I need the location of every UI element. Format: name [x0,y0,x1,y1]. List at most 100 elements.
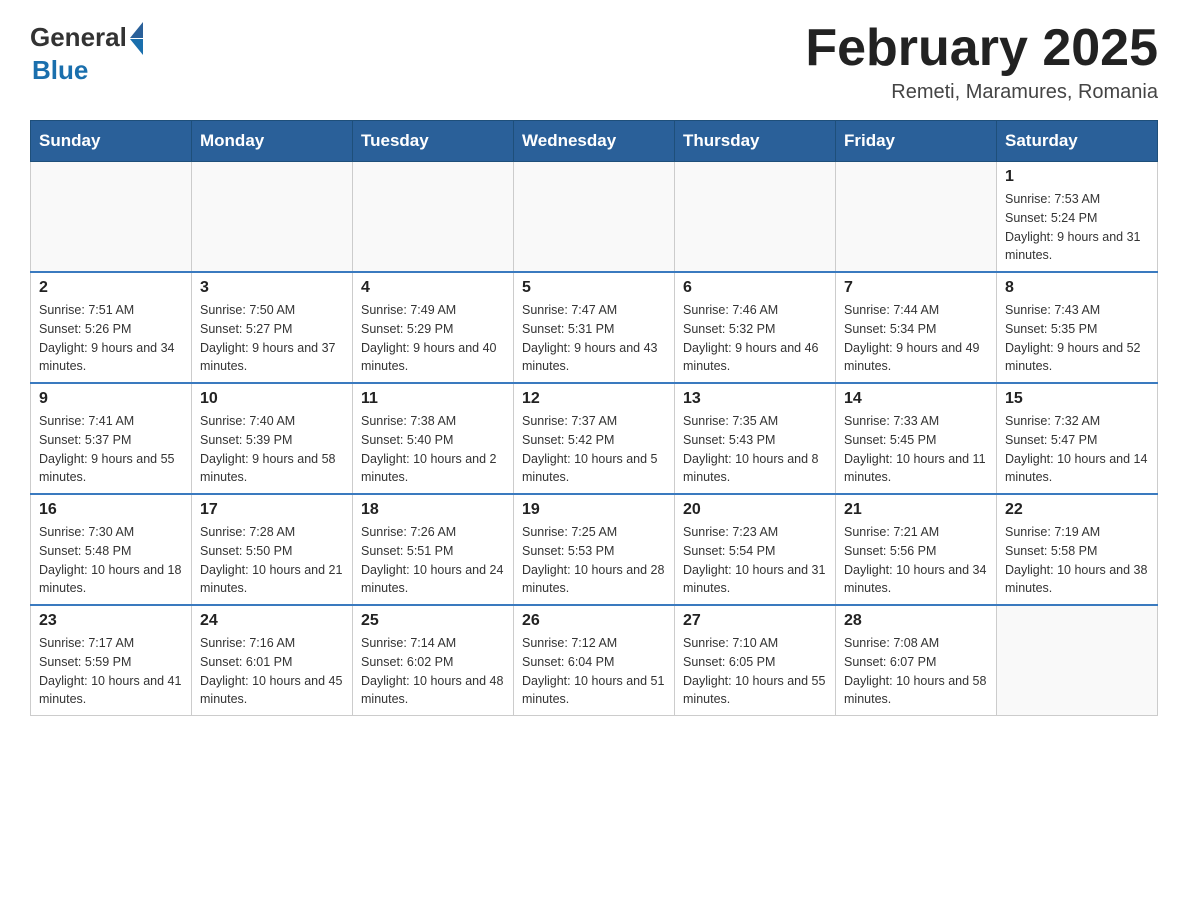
day-of-week-header: Thursday [675,121,836,162]
day-info: Sunrise: 7:43 AM Sunset: 5:35 PM Dayligh… [1005,301,1149,376]
day-info: Sunrise: 7:08 AM Sunset: 6:07 PM Dayligh… [844,634,988,709]
calendar-day-cell: 4 Sunrise: 7:49 AM Sunset: 5:29 PM Daylig… [353,272,514,383]
calendar-week-row: 2 Sunrise: 7:51 AM Sunset: 5:26 PM Daylig… [31,272,1158,383]
day-info: Sunrise: 7:50 AM Sunset: 5:27 PM Dayligh… [200,301,344,376]
calendar-day-cell [997,605,1158,716]
calendar-day-cell: 20 Sunrise: 7:23 AM Sunset: 5:54 PM Dayli… [675,494,836,605]
day-info: Sunrise: 7:21 AM Sunset: 5:56 PM Dayligh… [844,523,988,598]
calendar-table: SundayMondayTuesdayWednesdayThursdayFrid… [30,120,1158,716]
day-number: 24 [200,612,344,630]
day-info: Sunrise: 7:47 AM Sunset: 5:31 PM Dayligh… [522,301,666,376]
day-of-week-header: Friday [836,121,997,162]
day-info: Sunrise: 7:23 AM Sunset: 5:54 PM Dayligh… [683,523,827,598]
day-info: Sunrise: 7:12 AM Sunset: 6:04 PM Dayligh… [522,634,666,709]
calendar-day-cell [675,162,836,273]
calendar-day-cell: 19Sunrise: 7:25 AM Sunset: 5:53 PM Dayli… [514,494,675,605]
calendar-day-cell [514,162,675,273]
calendar-day-cell: 17 Sunrise: 7:28 AM Sunset: 5:50 PM Dayli… [192,494,353,605]
day-info: Sunrise: 7:26 AM Sunset: 5:51 PM Dayligh… [361,523,505,598]
calendar-day-cell: 24 Sunrise: 7:16 AM Sunset: 6:01 PM Dayli… [192,605,353,716]
day-number: 13 [683,390,827,408]
calendar-day-cell: 8 Sunrise: 7:43 AM Sunset: 5:35 PM Daylig… [997,272,1158,383]
calendar-header-row: SundayMondayTuesdayWednesdayThursdayFrid… [31,121,1158,162]
day-info: Sunrise: 7:49 AM Sunset: 5:29 PM Dayligh… [361,301,505,376]
calendar-day-cell: 3 Sunrise: 7:50 AM Sunset: 5:27 PM Daylig… [192,272,353,383]
day-info: Sunrise: 7:32 AM Sunset: 5:47 PM Dayligh… [1005,412,1149,487]
calendar-day-cell: 14 Sunrise: 7:33 AM Sunset: 5:45 PM Dayli… [836,383,997,494]
day-number: 17 [200,501,344,519]
calendar-week-row: 16 Sunrise: 7:30 AM Sunset: 5:48 PM Dayli… [31,494,1158,605]
day-number: 14 [844,390,988,408]
day-info: Sunrise: 7:33 AM Sunset: 5:45 PM Dayligh… [844,412,988,487]
day-number: 4 [361,279,505,297]
day-info: Sunrise: 7:14 AM Sunset: 6:02 PM Dayligh… [361,634,505,709]
day-of-week-header: Wednesday [514,121,675,162]
day-number: 27 [683,612,827,630]
day-number: 3 [200,279,344,297]
day-number: 22 [1005,501,1149,519]
calendar-day-cell: 28 Sunrise: 7:08 AM Sunset: 6:07 PM Dayli… [836,605,997,716]
day-info: Sunrise: 7:25 AM Sunset: 5:53 PM Dayligh… [522,523,666,598]
calendar-day-cell: 23 Sunrise: 7:17 AM Sunset: 5:59 PM Dayli… [31,605,192,716]
calendar-day-cell: 10 Sunrise: 7:40 AM Sunset: 5:39 PM Dayli… [192,383,353,494]
calendar-day-cell: 16 Sunrise: 7:30 AM Sunset: 5:48 PM Dayli… [31,494,192,605]
calendar-week-row: 23 Sunrise: 7:17 AM Sunset: 5:59 PM Dayli… [31,605,1158,716]
location-text: Remeti, Maramures, Romania [805,81,1158,104]
day-info: Sunrise: 7:16 AM Sunset: 6:01 PM Dayligh… [200,634,344,709]
calendar-day-cell [353,162,514,273]
day-number: 18 [361,501,505,519]
day-number: 8 [1005,279,1149,297]
calendar-day-cell: 26 Sunrise: 7:12 AM Sunset: 6:04 PM Dayli… [514,605,675,716]
day-number: 25 [361,612,505,630]
day-number: 16 [39,501,183,519]
day-number: 5 [522,279,666,297]
calendar-day-cell: 27 Sunrise: 7:10 AM Sunset: 6:05 PM Dayli… [675,605,836,716]
calendar-day-cell: 9Sunrise: 7:41 AM Sunset: 5:37 PM Daylig… [31,383,192,494]
logo-general-text: General [30,22,127,53]
day-info: Sunrise: 7:40 AM Sunset: 5:39 PM Dayligh… [200,412,344,487]
calendar-day-cell: 5 Sunrise: 7:47 AM Sunset: 5:31 PM Daylig… [514,272,675,383]
day-number: 10 [200,390,344,408]
calendar-day-cell [836,162,997,273]
day-info: Sunrise: 7:28 AM Sunset: 5:50 PM Dayligh… [200,523,344,598]
day-number: 15 [1005,390,1149,408]
day-number: 20 [683,501,827,519]
calendar-day-cell: 22 Sunrise: 7:19 AM Sunset: 5:58 PM Dayli… [997,494,1158,605]
calendar-day-cell: 2 Sunrise: 7:51 AM Sunset: 5:26 PM Daylig… [31,272,192,383]
day-number: 23 [39,612,183,630]
day-of-week-header: Tuesday [353,121,514,162]
day-number: 2 [39,279,183,297]
month-title: February 2025 [805,20,1158,77]
day-info: Sunrise: 7:10 AM Sunset: 6:05 PM Dayligh… [683,634,827,709]
day-number: 12 [522,390,666,408]
day-number: 11 [361,390,505,408]
day-of-week-header: Monday [192,121,353,162]
day-number: 26 [522,612,666,630]
day-info: Sunrise: 7:46 AM Sunset: 5:32 PM Dayligh… [683,301,827,376]
calendar-day-cell: 21 Sunrise: 7:21 AM Sunset: 5:56 PM Dayli… [836,494,997,605]
day-of-week-header: Saturday [997,121,1158,162]
calendar-day-cell: 6Sunrise: 7:46 AM Sunset: 5:32 PM Daylig… [675,272,836,383]
day-number: 7 [844,279,988,297]
logo-blue-text: Blue [32,55,88,86]
calendar-week-row: 1Sunrise: 7:53 AM Sunset: 5:24 PM Daylig… [31,162,1158,273]
day-info: Sunrise: 7:38 AM Sunset: 5:40 PM Dayligh… [361,412,505,487]
calendar-day-cell: 1Sunrise: 7:53 AM Sunset: 5:24 PM Daylig… [997,162,1158,273]
calendar-day-cell [192,162,353,273]
day-info: Sunrise: 7:19 AM Sunset: 5:58 PM Dayligh… [1005,523,1149,598]
calendar-day-cell [31,162,192,273]
day-info: Sunrise: 7:37 AM Sunset: 5:42 PM Dayligh… [522,412,666,487]
day-number: 28 [844,612,988,630]
day-info: Sunrise: 7:17 AM Sunset: 5:59 PM Dayligh… [39,634,183,709]
day-of-week-header: Sunday [31,121,192,162]
day-info: Sunrise: 7:44 AM Sunset: 5:34 PM Dayligh… [844,301,988,376]
day-info: Sunrise: 7:30 AM Sunset: 5:48 PM Dayligh… [39,523,183,598]
day-number: 21 [844,501,988,519]
calendar-day-cell: 11 Sunrise: 7:38 AM Sunset: 5:40 PM Dayli… [353,383,514,494]
title-block: February 2025 Remeti, Maramures, Romania [805,20,1158,104]
calendar-day-cell: 25 Sunrise: 7:14 AM Sunset: 6:02 PM Dayli… [353,605,514,716]
day-number: 1 [1005,168,1149,186]
page-header: General Blue February 2025 Remeti, Maram… [30,20,1158,104]
calendar-day-cell: 15 Sunrise: 7:32 AM Sunset: 5:47 PM Dayli… [997,383,1158,494]
day-info: Sunrise: 7:51 AM Sunset: 5:26 PM Dayligh… [39,301,183,376]
